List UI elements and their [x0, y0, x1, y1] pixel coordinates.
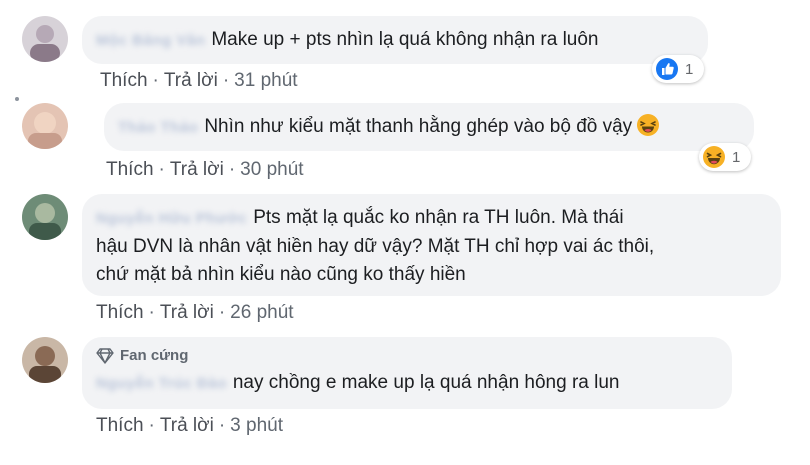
comment-text: Nhìn như kiểu mặt thanh hằng ghép vào bộ…	[204, 116, 633, 137]
comment-actions: Thích · Trả lời · 31 phút	[100, 70, 298, 92]
like-link[interactable]: Thích	[96, 415, 144, 436]
comment-text-line: Pts mặt lạ quắc ko nhận ra TH luôn. Mà t…	[253, 207, 624, 228]
comment-text: nay chồng e make up lạ quá nhận hông ra …	[232, 372, 620, 393]
reply-link[interactable]: Trả lời	[160, 302, 214, 323]
avatar[interactable]	[22, 103, 68, 149]
comment-text-line: chứ mặt bả nhìn kiểu nào cũng ko thấy hi…	[96, 264, 466, 285]
like-link[interactable]: Thích	[100, 70, 148, 91]
reaction-count: 1	[732, 148, 741, 166]
timestamp[interactable]: 26 phút	[230, 302, 293, 323]
comment-author[interactable]: Mộc Băng Vân	[96, 27, 205, 55]
reaction-summary[interactable]: 1	[699, 143, 751, 171]
avatar[interactable]	[22, 337, 68, 383]
separator: ·	[148, 415, 155, 436]
timestamp[interactable]: 30 phút	[240, 159, 303, 180]
comment-bubble: Fan cứng Nguyễn Trúc Đào nay chồng e make…	[82, 337, 732, 409]
separator: ·	[218, 302, 226, 323]
comment-bubble: Mộc Băng Vân Make up + pts nhìn lạ quá kh…	[82, 16, 708, 64]
comment-bubble: Nguyễn Hữu Phước Pts mặt lạ quắc ko nhận …	[82, 194, 781, 296]
diamond-icon	[96, 348, 114, 364]
timestamp[interactable]: 3 phút	[230, 415, 283, 436]
avatar[interactable]	[22, 16, 68, 62]
badge-label: Fan cứng	[120, 347, 189, 364]
separator: ·	[222, 70, 230, 91]
like-link[interactable]: Thích	[96, 302, 144, 323]
separator: ·	[158, 159, 165, 180]
separator: ·	[228, 159, 236, 180]
fan-badge: Fan cứng	[96, 345, 718, 367]
comment-bubble: Thảo Thảo Nhìn như kiểu mặt thanh hằng gh…	[104, 103, 754, 151]
laughing-emoji-icon	[637, 114, 660, 136]
comment-author[interactable]: Nguyễn Trúc Đào	[96, 370, 227, 398]
separator: ·	[148, 302, 155, 323]
timestamp[interactable]: 31 phút	[234, 70, 297, 91]
like-link[interactable]: Thích	[106, 159, 154, 180]
comment-text-line: hậu DVN là nhân vật hiền hay dữ vậy? Mặt…	[96, 236, 655, 257]
haha-icon	[703, 146, 725, 168]
comment-author[interactable]: Thảo Thảo	[118, 114, 198, 142]
comment-author[interactable]: Nguyễn Hữu Phước	[96, 205, 247, 233]
reply-link[interactable]: Trả lời	[160, 415, 214, 436]
comment-actions: Thích · Trả lời · 26 phút	[96, 302, 294, 324]
comment-actions: Thích · Trả lời · 30 phút	[106, 159, 304, 181]
reply-link[interactable]: Trả lời	[164, 70, 218, 91]
reply-link[interactable]: Trả lời	[170, 159, 224, 180]
thumbs-up-icon	[656, 58, 678, 80]
separator: ·	[152, 70, 159, 91]
reaction-count: 1	[685, 60, 694, 78]
comment-text: Make up + pts nhìn lạ quá không nhận ra …	[211, 29, 599, 50]
avatar[interactable]	[22, 194, 68, 240]
comment-actions: Thích · Trả lời · 3 phút	[96, 415, 283, 437]
thread-marker-icon	[15, 97, 19, 101]
separator: ·	[218, 415, 226, 436]
reaction-summary[interactable]: 1	[652, 55, 704, 83]
